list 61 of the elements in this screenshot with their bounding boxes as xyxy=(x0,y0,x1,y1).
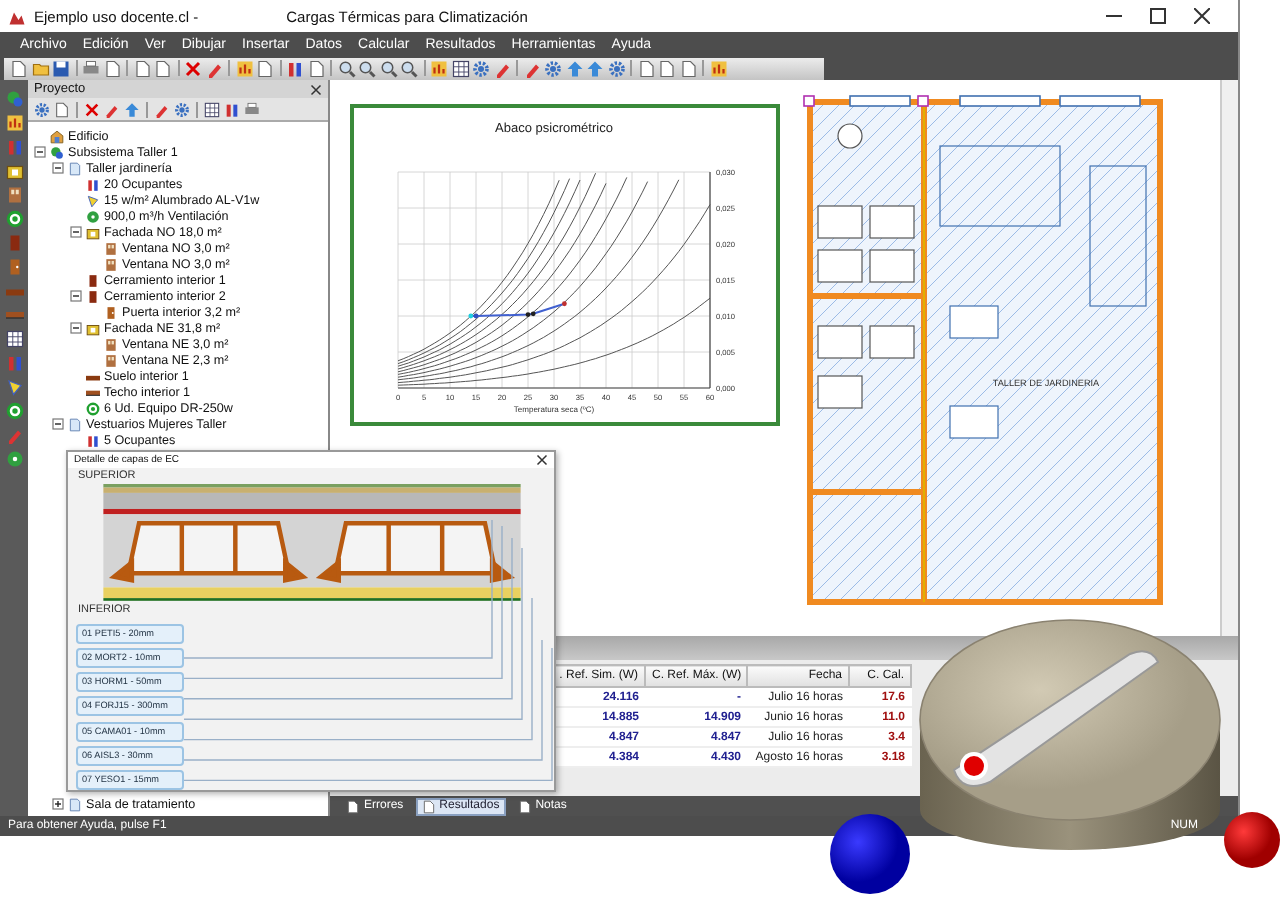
grid-icon[interactable] xyxy=(204,101,220,117)
delete-icon[interactable] xyxy=(84,101,100,117)
chart-icon[interactable] xyxy=(430,59,448,77)
zoom-icon[interactable] xyxy=(400,59,418,77)
facade-icon[interactable] xyxy=(5,162,23,180)
collapse-toggle[interactable] xyxy=(70,226,82,238)
building-icon xyxy=(50,129,64,143)
arrow-icon[interactable] xyxy=(124,101,140,117)
zoom-icon[interactable] xyxy=(358,59,376,77)
room-icon xyxy=(68,417,82,431)
close-icon[interactable] xyxy=(536,454,548,467)
close-icon[interactable] xyxy=(310,83,322,95)
gear-icon[interactable] xyxy=(472,59,490,77)
chart-icon[interactable] xyxy=(235,59,253,77)
save-icon[interactable] xyxy=(52,59,70,77)
people-icon xyxy=(86,433,100,447)
print-icon[interactable] xyxy=(82,59,100,77)
data-point xyxy=(562,301,567,307)
grid-icon[interactable] xyxy=(451,59,469,77)
gear-icon[interactable] xyxy=(34,101,50,117)
print-icon[interactable] xyxy=(244,101,260,117)
window-icon[interactable] xyxy=(5,186,23,204)
collapse-toggle[interactable] xyxy=(52,162,64,174)
door-icon xyxy=(104,305,118,319)
gear-icon[interactable] xyxy=(544,59,562,77)
close-icon[interactable] xyxy=(1194,8,1210,24)
facade-icon xyxy=(86,225,100,239)
lamp-icon xyxy=(86,193,100,207)
equipment-icon[interactable] xyxy=(5,402,23,420)
zoom-icon[interactable] xyxy=(337,59,355,77)
collapse-toggle[interactable] xyxy=(70,322,82,334)
people-icon[interactable] xyxy=(224,101,240,117)
zoom-icon[interactable] xyxy=(379,59,397,77)
people-icon[interactable] xyxy=(286,59,304,77)
delete-icon[interactable] xyxy=(184,59,202,77)
chart-icon[interactable] xyxy=(5,114,23,132)
fan-icon xyxy=(86,209,100,223)
network-icon xyxy=(50,145,64,159)
chart-icon[interactable] xyxy=(709,59,727,77)
gear-icon[interactable] xyxy=(607,59,625,77)
expand-toggle[interactable] xyxy=(52,798,64,810)
grid-icon[interactable] xyxy=(5,330,23,348)
series-line xyxy=(469,302,566,317)
equipment-icon[interactable] xyxy=(5,210,23,228)
ceiling-icon xyxy=(86,385,100,399)
fan-icon[interactable] xyxy=(5,450,23,468)
collapse-toggle[interactable] xyxy=(52,418,64,430)
sphere-drawing xyxy=(1224,812,1280,868)
equipment-icon xyxy=(86,401,100,415)
gear-icon[interactable] xyxy=(174,101,190,117)
maximize-icon[interactable] xyxy=(1150,8,1166,24)
sphere-drawing xyxy=(830,814,910,894)
collapse-toggle[interactable] xyxy=(34,146,46,158)
app-icon xyxy=(8,7,26,25)
room-icon xyxy=(68,797,82,811)
collapse-toggle[interactable] xyxy=(70,290,82,302)
facade-icon xyxy=(86,321,100,335)
room-icon xyxy=(68,161,82,175)
people-icon xyxy=(86,177,100,191)
lamp-icon[interactable] xyxy=(5,378,23,396)
scrollbar[interactable] xyxy=(1220,80,1238,636)
